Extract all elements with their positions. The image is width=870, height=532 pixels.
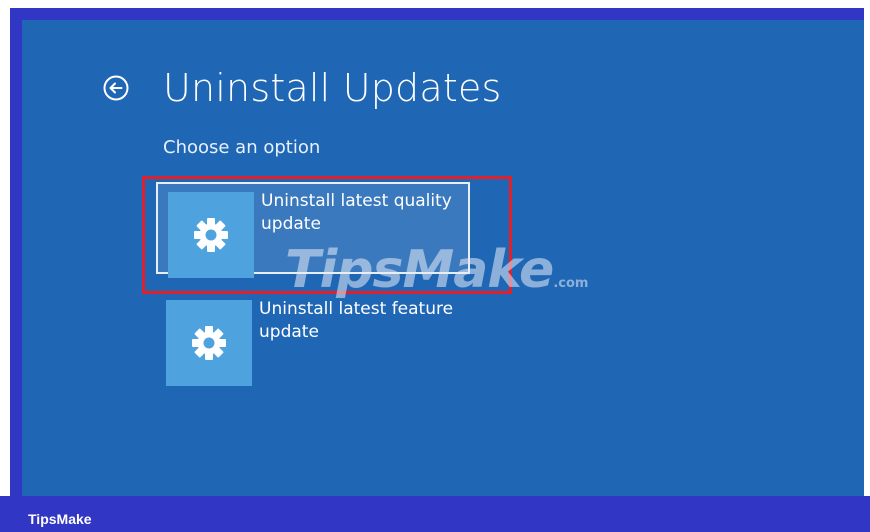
frame-border-top xyxy=(10,8,870,20)
watermark: TipsMake.com xyxy=(285,240,588,300)
watermark-text: TipsMake xyxy=(285,240,554,300)
page-title: Uninstall Updates xyxy=(163,66,502,110)
back-button[interactable] xyxy=(102,74,130,102)
frame-border-left xyxy=(10,8,22,496)
watermark-suffix: .com xyxy=(553,276,589,291)
frame-border-right xyxy=(864,8,870,496)
recovery-screen: Uninstall Updates Choose an option Unins xyxy=(22,20,864,496)
option-uninstall-feature-update[interactable]: Uninstall latest feature update xyxy=(156,292,470,386)
arrow-left-circle-icon xyxy=(103,75,129,101)
option-tile xyxy=(166,300,252,386)
top-strip xyxy=(0,0,870,8)
option-label: Uninstall latest feature update xyxy=(259,299,454,342)
footer-bar: TipsMake xyxy=(0,496,870,532)
gear-icon xyxy=(192,326,226,360)
page-subtitle: Choose an option xyxy=(163,137,321,158)
footer-brand: TipsMake xyxy=(28,511,92,527)
